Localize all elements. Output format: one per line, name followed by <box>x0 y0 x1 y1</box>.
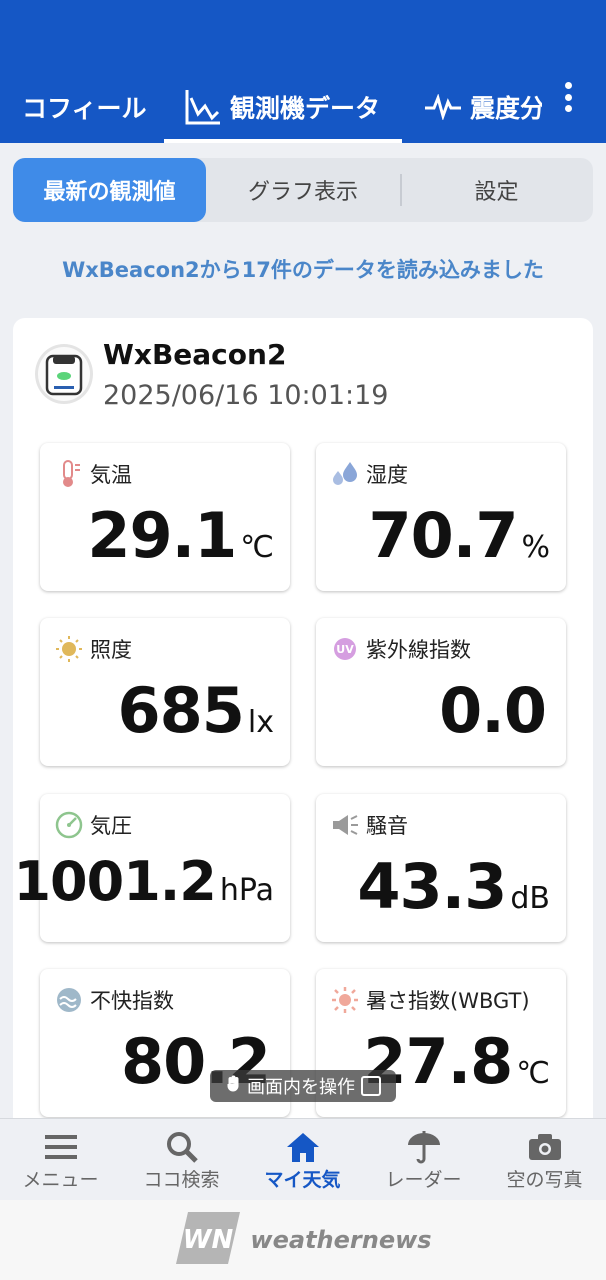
thermometer-icon <box>54 459 84 489</box>
search-icon <box>165 1129 199 1165</box>
discomfort-label: 不快指数 <box>90 989 174 1013</box>
nav-radar[interactable]: レーダー <box>363 1119 484 1201</box>
weathernews-logo-icon: WN <box>174 1210 242 1270</box>
illuminance-unit: lx <box>247 705 274 740</box>
view-segmented-control: 最新の観測値 グラフ表示 設定 <box>13 158 593 222</box>
tab-profile[interactable]: コフィール <box>22 70 147 143</box>
app-bar: コフィール 観測機データ 震度分 <box>0 0 606 143</box>
discomfort-icon <box>54 985 84 1015</box>
menu-icon <box>44 1129 78 1165</box>
tab-bar: コフィール 観測機データ 震度分 <box>0 70 560 143</box>
illuminance-value: 685 <box>117 674 244 747</box>
illuminance-label: 照度 <box>90 638 132 662</box>
observation-timestamp: 2025/06/16 10:01:19 <box>103 380 389 411</box>
tab-profile-label: コフィール <box>22 93 147 123</box>
nav-radar-label: レーダー <box>385 1169 462 1191</box>
reading-pressure[interactable]: 気圧 1001.2 hPa <box>13 794 290 942</box>
active-tab-indicator <box>164 139 402 143</box>
humidity-value: 70.7 <box>368 499 519 572</box>
nav-search-label: ココ検索 <box>143 1169 220 1191</box>
nav-my-weather-label: マイ天気 <box>264 1169 341 1191</box>
temperature-value: 29.1 <box>87 499 237 572</box>
gauge-icon <box>54 810 84 840</box>
chart-icon <box>184 88 222 126</box>
more-vertical-icon[interactable] <box>556 82 580 112</box>
uv-value: 0.0 <box>439 674 547 747</box>
wbgt-unit: ℃ <box>516 1056 550 1091</box>
nav-my-weather[interactable]: マイ天気 <box>242 1119 363 1201</box>
segment-settings-button[interactable]: 設定 <box>400 158 593 222</box>
checkbox-icon <box>361 1076 381 1096</box>
device-name: WxBeacon2 <box>103 338 287 371</box>
temperature-label: 気温 <box>90 463 132 487</box>
reading-humidity[interactable]: 湿度 70.7 % <box>316 443 566 591</box>
tab-observation-data-label: 観測機データ <box>230 93 381 123</box>
brand-banner[interactable]: WN weathernews <box>0 1200 606 1280</box>
home-icon <box>285 1129 321 1165</box>
humidity-label: 湿度 <box>366 463 408 487</box>
nav-menu[interactable]: メニュー <box>0 1119 121 1201</box>
svg-text:UV: UV <box>336 643 354 656</box>
reading-temperature[interactable]: 気温 29.1 ℃ <box>40 443 290 591</box>
noise-label: 騒音 <box>366 814 408 838</box>
overlay-label: 画面内を操作 <box>247 1077 355 1098</box>
nav-sky-photo-label: 空の写真 <box>506 1169 583 1191</box>
light-bulb-icon <box>54 634 84 664</box>
wbgt-label: 暑さ指数(WBGT) <box>366 989 530 1013</box>
humidity-unit: % <box>521 530 550 565</box>
water-drops-icon <box>330 459 360 489</box>
speaker-icon <box>330 810 360 840</box>
tab-seismic[interactable]: 震度分 <box>424 70 542 143</box>
reading-uv-index[interactable]: UV 紫外線指数 0.0 <box>316 618 566 766</box>
temperature-unit: ℃ <box>240 530 274 565</box>
pressure-unit: hPa <box>219 873 274 908</box>
segment-latest-button[interactable]: 最新の観測値 <box>13 158 206 222</box>
nav-search[interactable]: ココ検索 <box>121 1119 242 1201</box>
nav-sky-photo[interactable]: 空の写真 <box>484 1119 605 1201</box>
camera-icon <box>528 1129 562 1165</box>
device-icon <box>35 344 93 404</box>
uv-label: 紫外線指数 <box>366 638 471 662</box>
svg-text:WN: WN <box>183 1225 234 1255</box>
umbrella-icon <box>406 1129 442 1165</box>
hand-icon <box>225 1075 243 1098</box>
reading-illuminance[interactable]: 照度 685 lx <box>40 618 290 766</box>
noise-value: 43.3 <box>357 850 507 923</box>
observation-card: WxBeacon2 2025/06/16 10:01:19 気温 29.1 ℃ <box>13 318 593 1138</box>
tab-seismic-label: 震度分 <box>470 93 542 123</box>
noise-unit: dB <box>510 881 550 916</box>
uv-icon: UV <box>330 634 360 664</box>
bottom-navigation: メニュー ココ検索 マイ天気 レーダー 空の写真 <box>0 1118 606 1200</box>
pressure-label: 気圧 <box>90 814 132 838</box>
tab-observation-data[interactable]: 観測機データ <box>184 70 380 143</box>
nav-menu-label: メニュー <box>22 1169 99 1191</box>
segment-graph-button[interactable]: グラフ表示 <box>206 158 400 222</box>
status-message: WxBeacon2から17件のデータを読み込みました <box>62 258 544 282</box>
brand-name: weathernews <box>250 1226 432 1254</box>
sun-heat-icon <box>330 985 360 1015</box>
pressure-value: 1001.2 <box>13 850 216 913</box>
reading-noise[interactable]: 騒音 43.3 dB <box>316 794 566 942</box>
screen-operate-overlay[interactable]: 画面内を操作 <box>210 1070 396 1102</box>
pulse-icon <box>424 93 462 120</box>
